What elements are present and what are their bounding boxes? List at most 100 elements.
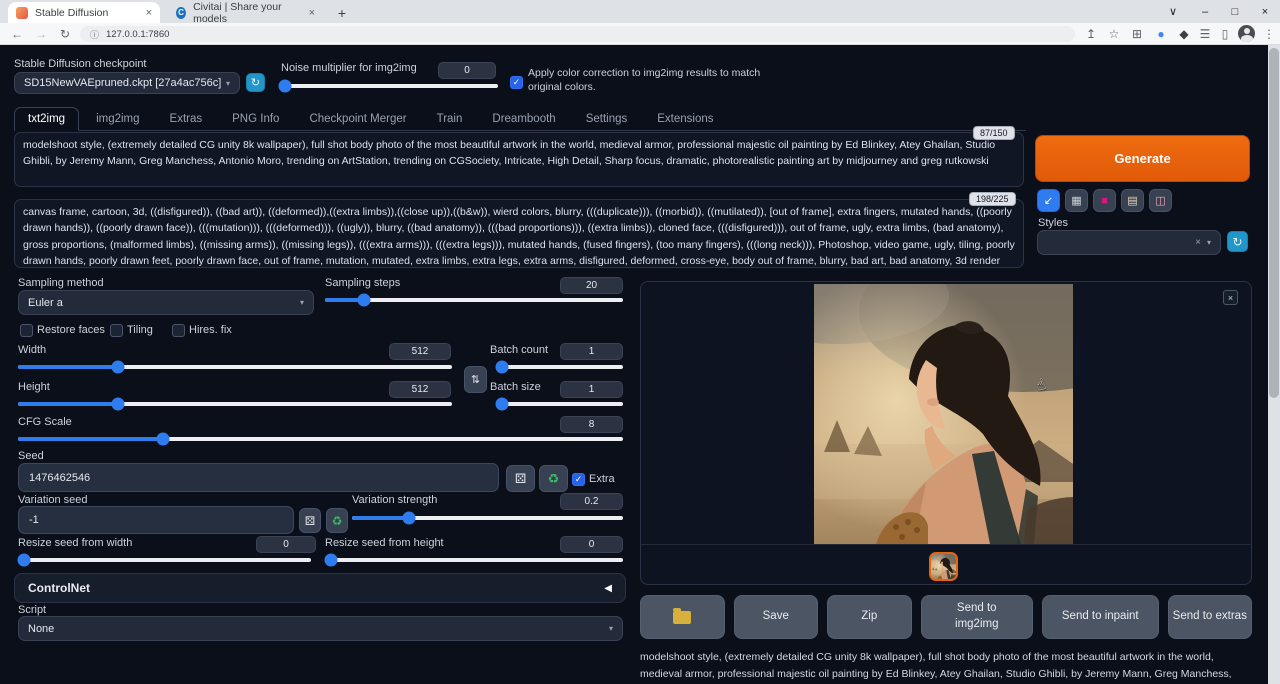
profile-avatar[interactable]: [1238, 25, 1255, 42]
checkpoint-dropdown[interactable]: SD15NewVAEpruned.ckpt [27a4ac756c] ▾: [14, 72, 240, 94]
paste-params-button[interactable]: ↙: [1037, 189, 1060, 212]
color-correction-checkbox[interactable]: ✓: [510, 76, 523, 89]
window-restore-button[interactable]: □: [1220, 0, 1250, 23]
styles-refresh-button[interactable]: ↻: [1227, 231, 1248, 252]
extra-seed-checkbox[interactable]: ✓: [572, 473, 585, 486]
batch-count-slider[interactable]: [498, 365, 623, 369]
variation-seed-dice-button[interactable]: ⚄: [299, 508, 321, 533]
checkpoint-refresh-button[interactable]: ↻: [246, 73, 265, 92]
sidebar-icon[interactable]: ▯: [1216, 25, 1234, 43]
negative-prompt-token-counter: 198/225: [969, 192, 1016, 206]
close-image-icon[interactable]: ×: [1223, 290, 1238, 305]
window-minimize-button[interactable]: –: [1190, 0, 1220, 23]
extension-grid-icon[interactable]: ⊞: [1128, 25, 1146, 43]
width-slider[interactable]: [18, 365, 452, 369]
apply-style-button[interactable]: ▤: [1121, 189, 1144, 212]
generated-image[interactable]: [814, 284, 1073, 544]
bookmark-star-icon[interactable]: ☆: [1105, 25, 1123, 43]
send-to-extras-button[interactable]: Send to extras: [1168, 595, 1253, 639]
script-dropdown[interactable]: None ▾: [18, 616, 623, 641]
restore-faces-label: Restore faces: [37, 324, 105, 336]
save-button[interactable]: Save: [734, 595, 819, 639]
browser-menu-icon[interactable]: ⋮: [1260, 25, 1278, 43]
tab-checkpoint-merger[interactable]: Checkpoint Merger: [296, 108, 419, 130]
back-icon[interactable]: ←: [8, 25, 26, 43]
gallery-thumbnail-selected[interactable]: [929, 552, 958, 581]
sampling-steps-value[interactable]: 20: [560, 277, 623, 294]
seed-input[interactable]: 1476462546: [18, 463, 499, 492]
resize-seed-width-value[interactable]: 0: [256, 536, 316, 553]
reading-list-icon[interactable]: ☰: [1196, 25, 1214, 43]
tab-img2img[interactable]: img2img: [83, 108, 152, 130]
height-slider[interactable]: [18, 402, 452, 406]
tiling-checkbox[interactable]: [110, 324, 123, 337]
styles-dropdown[interactable]: × ▾: [1037, 230, 1221, 255]
variation-strength-slider[interactable]: [352, 516, 623, 520]
tab-extensions[interactable]: Extensions: [644, 108, 726, 130]
resize-seed-width-slider[interactable]: [18, 558, 311, 562]
forward-icon[interactable]: →: [32, 25, 50, 43]
window-chevron-icon[interactable]: ∨: [1158, 0, 1188, 23]
batch-size-slider[interactable]: [498, 402, 623, 406]
variation-seed-input[interactable]: -1: [18, 506, 294, 534]
site-info-icon[interactable]: ⓘ: [90, 28, 99, 41]
extensions-puzzle-icon[interactable]: ◆: [1175, 25, 1193, 43]
cfg-scale-value[interactable]: 8: [560, 416, 623, 433]
variation-seed-recycle-button[interactable]: ♻: [326, 508, 348, 533]
cfg-scale-slider[interactable]: [18, 437, 623, 441]
controlnet-accordion[interactable]: ControlNet ◀: [14, 573, 626, 603]
swap-dimensions-button[interactable]: ⇅: [464, 366, 487, 393]
generate-button[interactable]: Generate: [1035, 135, 1250, 182]
width-value[interactable]: 512: [389, 343, 451, 360]
tab-close-icon[interactable]: ×: [299, 7, 315, 19]
variation-strength-value[interactable]: 0.2: [560, 493, 623, 510]
civitai-favicon: C: [176, 7, 186, 19]
sampling-steps-slider[interactable]: [325, 298, 623, 302]
restore-faces-checkbox[interactable]: [20, 324, 33, 337]
share-icon[interactable]: ↥: [1082, 25, 1100, 43]
tab-extras[interactable]: Extras: [157, 108, 216, 130]
tab-train[interactable]: Train: [424, 108, 476, 130]
send-to-inpaint-button[interactable]: Send to inpaint: [1042, 595, 1159, 639]
save-style-button[interactable]: ◫: [1149, 189, 1172, 212]
resize-seed-height-slider[interactable]: [325, 558, 623, 562]
noise-multiplier-value[interactable]: 0: [438, 62, 496, 79]
zip-button[interactable]: Zip: [827, 595, 912, 639]
prompt-input[interactable]: modelshoot style, (extremely detailed CG…: [14, 132, 1024, 187]
extension-dot-icon[interactable]: ●: [1152, 25, 1170, 43]
send-to-img2img-button[interactable]: Send to img2img: [921, 595, 1034, 639]
address-bar[interactable]: ⓘ 127.0.0.1:7860: [80, 26, 1075, 42]
height-value[interactable]: 512: [389, 381, 451, 398]
hires-fix-checkbox[interactable]: [172, 324, 185, 337]
browser-tab-civitai[interactable]: C Civitai | Share your models ×: [168, 2, 323, 23]
tab-close-icon[interactable]: ×: [136, 7, 152, 19]
new-tab-button[interactable]: +: [333, 4, 351, 22]
tab-png-info[interactable]: PNG Info: [219, 108, 292, 130]
reuse-seed-recycle-button[interactable]: ♻: [539, 465, 568, 492]
tab-txt2img[interactable]: txt2img: [14, 107, 79, 131]
main-tabs: txt2img img2img Extras PNG Info Checkpoi…: [14, 106, 1026, 131]
image-output-panel: ×: [640, 281, 1252, 585]
open-folder-button[interactable]: [640, 595, 725, 639]
browser-tab-stable-diffusion[interactable]: Stable Diffusion ×: [8, 2, 160, 23]
window-close-button[interactable]: ×: [1250, 0, 1280, 23]
tab-settings[interactable]: Settings: [573, 108, 641, 130]
noise-multiplier-slider[interactable]: [281, 84, 498, 88]
reload-icon[interactable]: ↻: [56, 25, 74, 43]
browser-toolbar: ← → ↻ ⓘ 127.0.0.1:7860 ↥ ☆ ⊞ ● ◆ ☰ ▯ ⋮: [0, 23, 1280, 45]
batch-count-label: Batch count: [490, 344, 548, 356]
color-correction-label-line2: original colors.: [528, 81, 596, 93]
chevron-down-icon: ▾: [609, 624, 613, 633]
extra-networks-button[interactable]: ■: [1093, 189, 1116, 212]
batch-size-value[interactable]: 1: [560, 381, 623, 398]
clear-prompt-button[interactable]: ▦: [1065, 189, 1088, 212]
hires-fix-label: Hires. fix: [189, 324, 232, 336]
page-scrollbar-thumb[interactable]: [1269, 48, 1279, 398]
clear-styles-icon[interactable]: ×: [1195, 237, 1201, 248]
batch-count-value[interactable]: 1: [560, 343, 623, 360]
sampling-method-dropdown[interactable]: Euler a ▾: [18, 290, 314, 315]
negative-prompt-input[interactable]: canvas frame, cartoon, 3d, ((disfigured)…: [14, 199, 1024, 268]
tab-dreambooth[interactable]: Dreambooth: [479, 108, 568, 130]
resize-seed-height-value[interactable]: 0: [560, 536, 623, 553]
random-seed-dice-button[interactable]: ⚄: [506, 465, 535, 492]
